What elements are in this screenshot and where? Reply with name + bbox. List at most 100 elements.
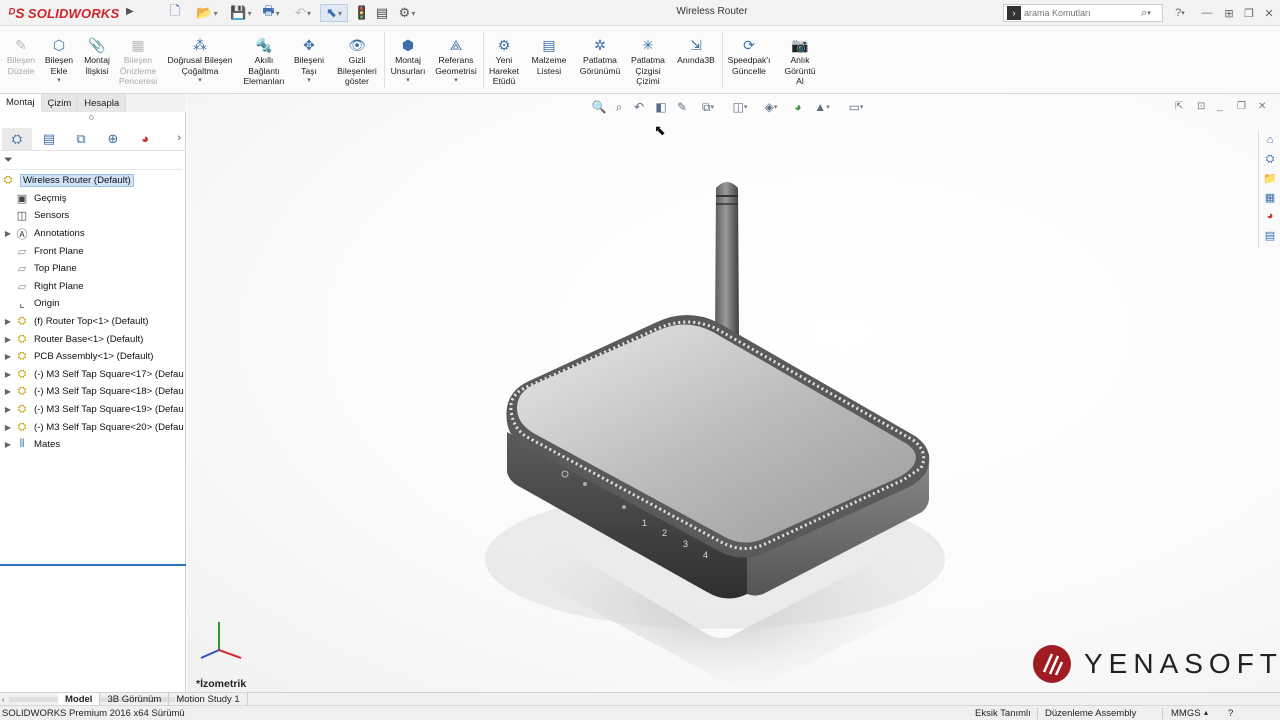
plane-icon: ▱ xyxy=(17,280,27,293)
solidworks-logo[interactable]: ᴰS SOLIDWORKS xyxy=(8,4,119,22)
custom-properties-icon[interactable]: ▤ xyxy=(1260,226,1280,244)
move-component-button[interactable]: ✥ Bileşeni Taşı ▾ xyxy=(288,36,330,85)
minimize-icon[interactable]: — xyxy=(1198,4,1216,22)
bill-of-materials-button[interactable]: ▤ Malzeme Listesi xyxy=(526,36,572,76)
expand-arrow-icon[interactable]: ▶ xyxy=(2,405,14,414)
expand-arrow-icon[interactable]: ▶ xyxy=(2,387,14,396)
configuration-manager-tab-icon[interactable]: ⧉ xyxy=(66,128,96,150)
tree-item-m3-20[interactable]: ▶ ⛭ (-) M3 Self Tap Square<20> (Defau xyxy=(0,418,186,436)
feature-manager-tab-icon[interactable]: ⛭ xyxy=(2,127,32,150)
instant3d-button[interactable]: ⇲ Anında3B xyxy=(672,36,720,66)
tree-item-router-top[interactable]: ▶ ⛭ (f) Router Top<1> (Default) xyxy=(0,313,186,331)
linear-pattern-icon: ⁂ xyxy=(193,36,207,53)
chevron-down-icon[interactable]: ▾ xyxy=(198,76,202,84)
tree-item-mates[interactable]: ▶ ⦀ Mates xyxy=(0,436,186,454)
tree-item-top-plane[interactable]: ▱ Top Plane xyxy=(0,260,186,278)
tree-item-pcb-assembly[interactable]: ▶ ⛭ PCB Assembly<1> (Default) xyxy=(0,348,186,366)
property-manager-tab-icon[interactable]: ▤ xyxy=(34,128,64,150)
chevron-down-icon[interactable]: ▾ xyxy=(454,76,458,84)
scroll-left-icon[interactable]: ‹ xyxy=(2,695,5,704)
assembly-features-button[interactable]: ⬢ Montaj Unsurları ▾ xyxy=(386,36,430,85)
take-snapshot-button[interactable]: 📷 Anlık Görüntü Al xyxy=(778,36,822,87)
triad-z-axis xyxy=(200,649,220,659)
led-label-1: 1 xyxy=(642,518,647,528)
tree-item-annotations[interactable]: ▶ Ⓐ Annotations xyxy=(0,225,186,243)
view-name-label: *İzometrik xyxy=(196,678,247,690)
expand-arrow-icon[interactable]: ▶ xyxy=(2,440,14,449)
new-document-icon[interactable]: 🗋 xyxy=(166,3,184,22)
assembly-icon: ⛭ xyxy=(3,174,13,187)
unit-system-selector[interactable]: MMGS xyxy=(1171,708,1201,719)
save-icon[interactable]: 💾 ▾ xyxy=(228,4,254,22)
insert-component-button[interactable]: ⬡ Bileşen Ekle ▾ xyxy=(40,36,78,85)
rollback-bar[interactable] xyxy=(0,564,186,566)
tree-item-m3-18[interactable]: ▶ ⛭ (-) M3 Self Tap Square<18> (Defau xyxy=(0,383,186,401)
status-bar-options-icon[interactable]: ? xyxy=(1228,708,1233,719)
tab-montaj[interactable]: Montaj xyxy=(0,94,42,112)
linear-pattern-button[interactable]: ⁂ Doğrusal Bileşen Çoğaltma ▾ xyxy=(160,36,240,85)
triad-x-axis xyxy=(218,649,242,659)
mate-button[interactable]: 📎 Montaj İlişkisi xyxy=(78,36,116,76)
tree-item-history[interactable]: ▣ Geçmiş xyxy=(0,190,186,208)
show-hidden-components-button[interactable]: 👁 Gizli Bileşenleri göster xyxy=(332,36,382,87)
chevron-down-icon[interactable]: ▾ xyxy=(307,76,311,84)
close-icon[interactable]: ✕ xyxy=(1260,4,1278,22)
help-icon[interactable]: ? ▾ xyxy=(1168,4,1192,22)
chevron-down-icon[interactable]: ▾ xyxy=(406,76,410,84)
tree-root-assembly[interactable]: ⛭ Wireless Router (Default) xyxy=(0,172,186,190)
expand-arrow-icon[interactable]: ▶ xyxy=(2,370,14,379)
menu-expand-icon[interactable]: ▶ xyxy=(126,6,140,20)
undo-icon[interactable]: ↶ ▾ xyxy=(290,4,316,22)
graphics-viewport[interactable]: 🔍 ⌕ ↶ ◧ ✎ ⧉ ▾ ◫ ▾ ◈ ▾ ◕ ▲ ▾ ▭ ▾ ⇱ ⊡ _ ❐ ✕ xyxy=(187,94,1280,692)
expand-arrow-icon[interactable]: ▶ xyxy=(2,335,14,344)
version-text: SOLIDWORKS Premium 2016 x64 Sürümü xyxy=(2,708,185,719)
tab-cizim[interactable]: Çizim xyxy=(41,94,79,112)
file-properties-icon[interactable]: ▤ xyxy=(374,4,390,22)
tree-item-m3-17[interactable]: ▶ ⛭ (-) M3 Self Tap Square<17> (Defau xyxy=(0,366,186,384)
expand-arrow-icon[interactable]: ▶ xyxy=(2,317,14,326)
print-icon[interactable]: 🖶 ▾ xyxy=(258,3,284,22)
view-palette-icon[interactable]: ▦ xyxy=(1260,188,1280,206)
explode-line-sketch-button[interactable]: ✳ Patlatma Çizgisi Çizimi xyxy=(626,36,670,87)
new-motion-study-button[interactable]: ⚙ Yeni Hareket Etüdü xyxy=(484,36,524,87)
tree-item-front-plane[interactable]: ▱ Front Plane xyxy=(0,242,186,260)
tree-item-origin[interactable]: ⌞ Origin xyxy=(0,295,186,313)
expand-arrow-icon[interactable]: ▶ xyxy=(2,423,14,432)
open-icon[interactable]: 📂 ▾ xyxy=(194,4,220,22)
restore-icon[interactable]: ❐ xyxy=(1240,4,1258,22)
search-input[interactable] xyxy=(1024,8,1134,18)
wps-led xyxy=(583,482,587,486)
tab-hesapla[interactable]: Hesapla xyxy=(78,94,127,112)
tree-item-router-base[interactable]: ▶ ⛭ Router Base<1> (Default) xyxy=(0,330,186,348)
reference-geometry-button[interactable]: ⟁ Referans Geometrisi ▾ xyxy=(432,36,480,85)
design-library-icon[interactable]: ⛭ xyxy=(1260,150,1280,168)
antenna xyxy=(715,182,739,339)
rebuild-icon[interactable]: 🚦 xyxy=(354,4,370,22)
unit-system-dropdown-icon[interactable]: ▴ xyxy=(1204,708,1208,717)
display-manager-tab-icon[interactable]: ◕ xyxy=(130,128,160,150)
dimxpert-tab-icon[interactable]: ⊕ xyxy=(98,128,128,150)
exploded-view-button[interactable]: ✲ Patlatma Görünümü xyxy=(574,36,626,76)
router-3d-model[interactable]: 1 2 3 4 xyxy=(187,94,1280,692)
component-preview-button[interactable]: ▦ Bileşen Önizleme Penceresi xyxy=(116,36,160,87)
edit-component-button[interactable]: ✎ Bileşen Düzele xyxy=(2,36,40,76)
expand-arrow-icon[interactable]: ▶ xyxy=(2,352,14,361)
filter-icon[interactable]: ⏷ xyxy=(4,154,182,170)
chevron-down-icon[interactable]: ▾ xyxy=(57,76,61,84)
expand-arrow-icon[interactable]: ▶ xyxy=(2,229,14,238)
tree-item-m3-19[interactable]: ▶ ⛭ (-) M3 Self Tap Square<19> (Defau xyxy=(0,401,186,419)
tile-windows-icon[interactable]: ⊞ xyxy=(1220,4,1238,22)
ribbon-separator xyxy=(384,32,385,88)
panel-splitter-handle[interactable] xyxy=(89,115,94,120)
appearances-icon[interactable]: ◕ xyxy=(1260,207,1280,225)
tree-item-right-plane[interactable]: ▱ Right Plane xyxy=(0,278,186,296)
search-icon[interactable]: ⌕ ▾ xyxy=(1134,4,1158,22)
panel-tabs-more-icon[interactable]: › xyxy=(177,132,181,144)
tree-item-sensors[interactable]: ◫ Sensors xyxy=(0,207,186,225)
update-speedpak-button[interactable]: ⟳ Speedpak'ı Güncelle xyxy=(724,36,774,76)
home-icon[interactable]: ⌂ xyxy=(1260,131,1280,149)
file-explorer-icon[interactable]: 📁 xyxy=(1260,169,1280,187)
smart-fasteners-button[interactable]: 🔩 Akıllı Bağlantı Elemanları xyxy=(240,36,288,87)
select-icon[interactable]: ⬉ ▾ xyxy=(320,4,348,22)
options-gear-icon[interactable]: ⚙ ▾ xyxy=(394,4,420,22)
